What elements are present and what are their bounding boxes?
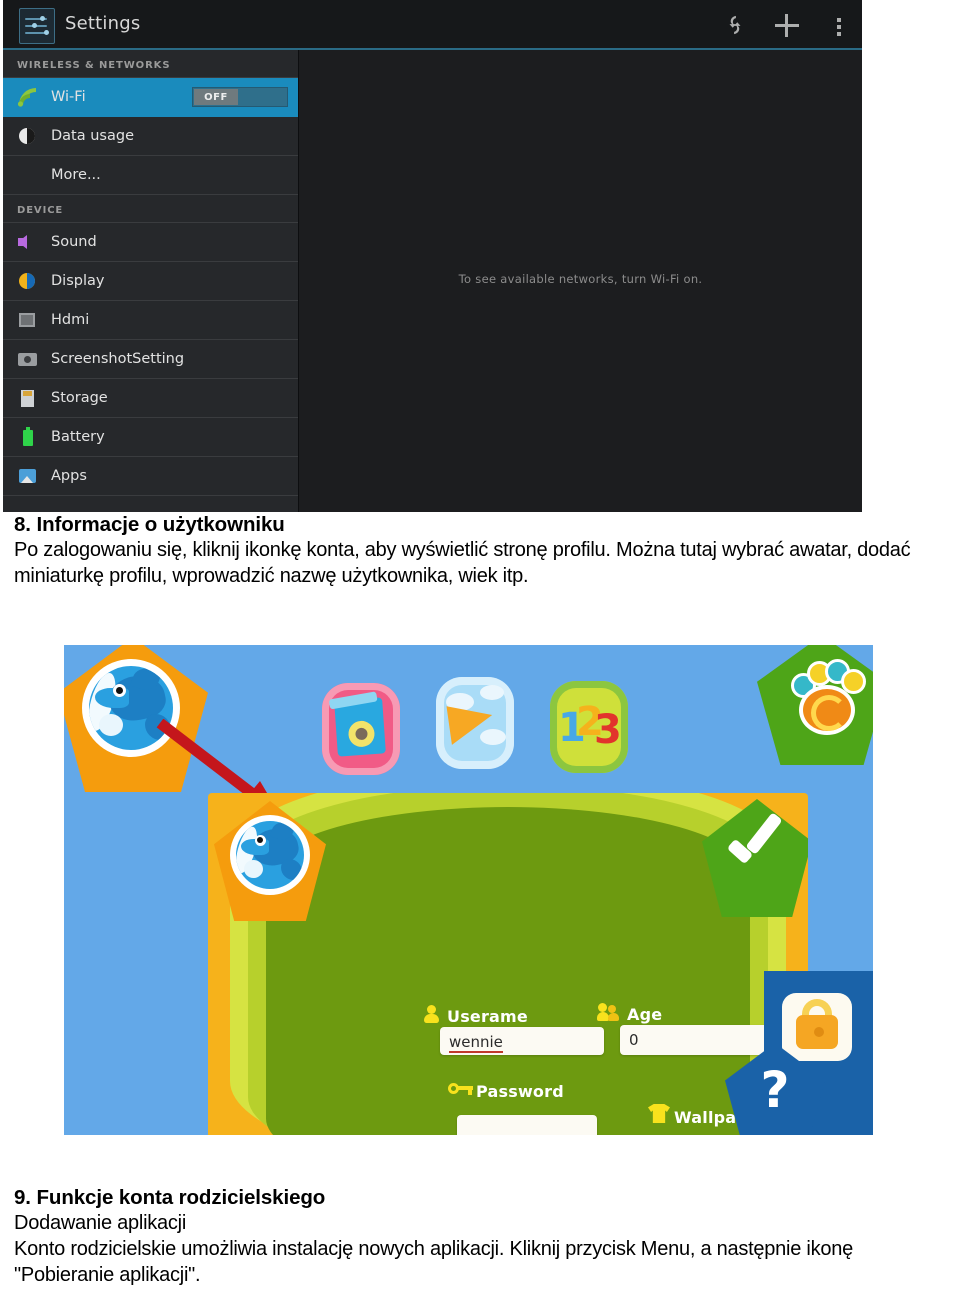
sidebar-item-label: ScreenshotSetting: [51, 351, 185, 367]
help-button[interactable]: ?: [725, 1043, 825, 1135]
sidebar-item-apps[interactable]: Apps: [3, 457, 298, 496]
sidebar-item-label: More...: [51, 167, 101, 183]
wifi-toggle[interactable]: OFF: [192, 87, 288, 107]
sidebar-item-label: Apps: [51, 468, 87, 484]
sound-icon: [17, 231, 39, 253]
sidebar-item-label: Data usage: [51, 128, 134, 144]
sidebar-item-more[interactable]: More...: [3, 156, 298, 195]
sidebar-item-storage[interactable]: Storage: [3, 379, 298, 418]
key-icon: [448, 1082, 473, 1095]
sidebar-item-battery[interactable]: Battery: [3, 418, 298, 457]
sidebar-item-screenshot-setting[interactable]: ScreenshotSetting: [3, 340, 298, 379]
section-8-heading: 8. Informacje o użytkowniku: [14, 513, 285, 536]
profile-avatar-button[interactable]: [214, 801, 326, 921]
password-label: Password: [476, 1082, 564, 1101]
add-network-icon[interactable]: [772, 10, 802, 40]
numbers-app-icon[interactable]: 123: [550, 681, 628, 773]
wifi-detail-pane: To see available networks, turn Wi-Fi on…: [299, 50, 862, 512]
wifi-empty-hint: To see available networks, turn Wi-Fi on…: [458, 272, 703, 286]
data-usage-icon: [17, 125, 39, 147]
sidebar-item-label: Wi-Fi: [51, 89, 86, 105]
sidebar-item-label: Battery: [51, 429, 105, 445]
section-9-subheading: Dodawanie aplikacji: [14, 1212, 187, 1234]
settings-sidebar: WIRELESS & NETWORKS Wi-Fi OFF Data usage: [3, 50, 299, 512]
question-mark-icon: ?: [760, 1061, 790, 1119]
wifi-toggle-state: OFF: [204, 91, 228, 103]
group-header-device: DEVICE: [3, 195, 298, 223]
section-8-text: 8. Informacje o użytkowniku Po zalogowan…: [14, 512, 950, 589]
action-bar-buttons: [720, 0, 854, 50]
section-9-text: 9. Funkcje konta rodzicielskiego Dodawan…: [14, 1185, 950, 1288]
display-icon: [17, 270, 39, 292]
age-value: 0: [629, 1031, 639, 1049]
hdmi-icon: [17, 309, 39, 331]
age-label: Age: [627, 1005, 663, 1024]
sidebar-item-label: Display: [51, 273, 105, 289]
section-9-paragraph: Konto rodzicielskie umożliwia instalację…: [14, 1238, 853, 1286]
check-icon: [726, 825, 784, 877]
scan-refresh-icon[interactable]: [720, 10, 750, 40]
person-icon: [423, 1005, 440, 1023]
sidebar-item-label: Hdmi: [51, 312, 90, 328]
sidebar-item-hdmi[interactable]: Hdmi: [3, 301, 298, 340]
username-label: Userame: [447, 1007, 528, 1026]
username-input[interactable]: wennie: [440, 1027, 604, 1055]
password-input[interactable]: [457, 1115, 597, 1135]
section-8-paragraph: Po zalogowaniu się, kliknij ikonkę konta…: [14, 539, 911, 587]
sidebar-item-data-usage[interactable]: Data usage: [3, 117, 298, 156]
paper-plane-app-icon[interactable]: [436, 677, 514, 769]
profile-form-panel: Userame wennie Age 0 Password Wallpaper …: [208, 793, 808, 1135]
book-app-icon[interactable]: [322, 683, 400, 775]
kids-profile-screenshot: 123 Userame wennie Age 0 Password Wallpa…: [64, 645, 873, 1135]
people-icon: [597, 1002, 621, 1022]
sidebar-item-wifi[interactable]: Wi-Fi OFF: [3, 78, 298, 117]
settings-body: WIRELESS & NETWORKS Wi-Fi OFF Data usage: [3, 50, 862, 512]
paw-logo-icon: [757, 645, 873, 765]
settings-action-bar: Settings: [3, 0, 862, 50]
sidebar-item-display[interactable]: Display: [3, 262, 298, 301]
camera-icon: [17, 348, 39, 370]
username-value: wennie: [449, 1033, 503, 1053]
storage-icon: [17, 387, 39, 409]
dolphin-avatar-icon: [230, 815, 310, 895]
battery-icon: [17, 426, 39, 448]
confirm-button[interactable]: [702, 799, 808, 917]
settings-title: Settings: [65, 13, 141, 34]
sidebar-item-label: Sound: [51, 234, 97, 250]
android-settings-screenshot: Settings WIRELESS & NETWORKS Wi-Fi OFF D…: [3, 0, 862, 512]
overflow-menu-icon[interactable]: [824, 10, 854, 40]
apps-icon: [17, 465, 39, 487]
sidebar-item-sound[interactable]: Sound: [3, 223, 298, 262]
settings-app-icon: [19, 8, 55, 44]
group-header-wireless: WIRELESS & NETWORKS: [3, 50, 298, 78]
wifi-icon: [17, 86, 39, 108]
sidebar-item-label: Storage: [51, 390, 108, 406]
section-9-heading: 9. Funkcje konta rodzicielskiego: [14, 1186, 326, 1209]
